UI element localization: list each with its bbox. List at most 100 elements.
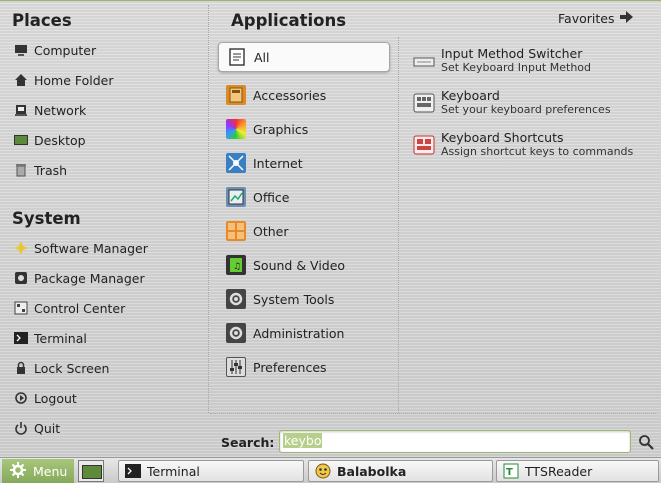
- computer-icon: [14, 43, 28, 57]
- graphics-icon: [226, 119, 246, 139]
- system-terminal[interactable]: Terminal: [14, 327, 87, 349]
- category-all[interactable]: All: [218, 42, 390, 72]
- show-desktop-button[interactable]: [78, 460, 104, 482]
- place-home-folder[interactable]: Home Folder: [14, 69, 114, 91]
- system-label: Software Manager: [34, 240, 148, 256]
- applications-heading: Applications: [231, 11, 347, 30]
- office-icon: [226, 187, 246, 207]
- accessories-icon: [226, 85, 246, 105]
- task-ttsreader[interactable]: T TTSReader: [496, 460, 659, 482]
- keyboard-shortcuts-icon: [413, 134, 435, 156]
- category-preferences[interactable]: Preferences: [218, 352, 390, 382]
- system-logout[interactable]: Logout: [14, 387, 77, 409]
- balabolka-icon: [315, 463, 331, 479]
- search-input-value: keybo: [283, 433, 323, 448]
- category-label: Accessories: [253, 87, 327, 103]
- category-label: System Tools: [253, 291, 335, 307]
- category-other[interactable]: Other: [218, 216, 390, 246]
- svg-text:T: T: [506, 467, 513, 478]
- gear-icon: [10, 461, 26, 481]
- sound-video-icon: ♫: [226, 255, 246, 275]
- app-text: Keyboard Set your keyboard preferences: [441, 88, 611, 116]
- package-icon: [14, 271, 28, 285]
- category-sound-video[interactable]: ♫ Sound & Video: [218, 250, 390, 280]
- category-label: Other: [253, 223, 289, 239]
- category-label: Preferences: [253, 359, 327, 375]
- task-label: Terminal: [147, 463, 200, 479]
- app-name: Keyboard: [441, 88, 500, 103]
- control-center-icon: [14, 301, 28, 315]
- place-label: Desktop: [34, 132, 86, 148]
- system-quit[interactable]: Quit: [14, 417, 60, 439]
- place-desktop[interactable]: Desktop: [14, 129, 86, 151]
- category-label: Internet: [253, 155, 303, 171]
- task-label: TTSReader: [525, 463, 593, 479]
- place-label: Trash: [34, 162, 68, 178]
- search-divider: [210, 413, 656, 414]
- place-computer[interactable]: Computer: [14, 39, 96, 61]
- system-software-manager[interactable]: Software Manager: [14, 237, 148, 259]
- network-icon: [14, 103, 28, 117]
- category-graphics[interactable]: Graphics: [218, 114, 390, 144]
- app-description: Assign shortcut keys to commands: [441, 145, 634, 158]
- system-tools-icon: [226, 289, 246, 309]
- category-office[interactable]: Office: [218, 182, 390, 212]
- keyboard-icon: [413, 92, 435, 114]
- category-label: All: [254, 49, 270, 65]
- internet-icon: [226, 153, 246, 173]
- menu-label: Menu: [33, 463, 68, 479]
- app-name: Keyboard Shortcuts: [441, 130, 564, 145]
- administration-icon: [226, 323, 246, 343]
- terminal-icon: [125, 463, 141, 479]
- menu-button[interactable]: Menu: [2, 459, 74, 483]
- category-system-tools[interactable]: System Tools: [218, 284, 390, 314]
- app-text: Input Method Switcher Set Keyboard Input…: [441, 46, 591, 74]
- all-icon: [227, 47, 247, 67]
- app-keyboard[interactable]: Keyboard Set your keyboard preferences: [413, 88, 653, 116]
- place-label: Network: [34, 102, 87, 118]
- system-label: Logout: [34, 390, 77, 406]
- application-menu: Places Computer Home Folder Network Desk…: [0, 0, 661, 457]
- star-icon: [14, 241, 28, 255]
- place-trash[interactable]: Trash: [14, 159, 67, 181]
- lock-icon: [14, 361, 28, 375]
- category-label: Graphics: [253, 121, 309, 137]
- task-balabolka[interactable]: Balabolka: [308, 460, 493, 482]
- terminal-icon: [14, 331, 28, 345]
- category-internet[interactable]: Internet: [218, 148, 390, 178]
- category-administration[interactable]: Administration: [218, 318, 390, 348]
- system-control-center[interactable]: Control Center: [14, 297, 125, 319]
- task-label: Balabolka: [337, 463, 407, 479]
- category-accessories[interactable]: Accessories: [218, 80, 390, 110]
- left-column-divider: [208, 5, 209, 413]
- places-heading: Places: [12, 11, 72, 30]
- app-name: Input Method Switcher: [441, 46, 583, 61]
- desktop-icon: [14, 133, 28, 147]
- app-keyboard-shortcuts[interactable]: Keyboard Shortcuts Assign shortcut keys …: [413, 130, 653, 158]
- favorites-label: Favorites: [558, 11, 615, 26]
- trash-icon: [14, 163, 28, 177]
- system-label: Package Manager: [34, 270, 145, 286]
- place-label: Computer: [34, 42, 97, 58]
- taskbar-panel: Menu Terminal Balabolka T TTSReader: [0, 457, 661, 483]
- category-label: Administration: [253, 325, 345, 341]
- app-description: Set Keyboard Input Method: [441, 61, 591, 74]
- favorites-button[interactable]: Favorites: [558, 11, 634, 26]
- place-label: Home Folder: [34, 72, 114, 88]
- category-label: Office: [253, 189, 290, 205]
- system-heading: System: [12, 209, 81, 228]
- preferences-icon: [226, 357, 246, 377]
- right-column-divider: [398, 37, 399, 413]
- app-text: Keyboard Shortcuts Assign shortcut keys …: [441, 130, 633, 158]
- logout-icon: [14, 391, 28, 405]
- search-icon[interactable]: [638, 434, 654, 450]
- system-package-manager[interactable]: Package Manager: [14, 267, 145, 289]
- system-label: Quit: [34, 420, 61, 436]
- home-icon: [14, 73, 28, 87]
- ttsreader-icon: T: [503, 463, 519, 479]
- app-input-method-switcher[interactable]: Input Method Switcher Set Keyboard Input…: [413, 46, 653, 74]
- place-network[interactable]: Network: [14, 99, 86, 121]
- system-lock-screen[interactable]: Lock Screen: [14, 357, 109, 379]
- task-terminal[interactable]: Terminal: [118, 460, 304, 482]
- search-input[interactable]: keybo: [279, 430, 631, 453]
